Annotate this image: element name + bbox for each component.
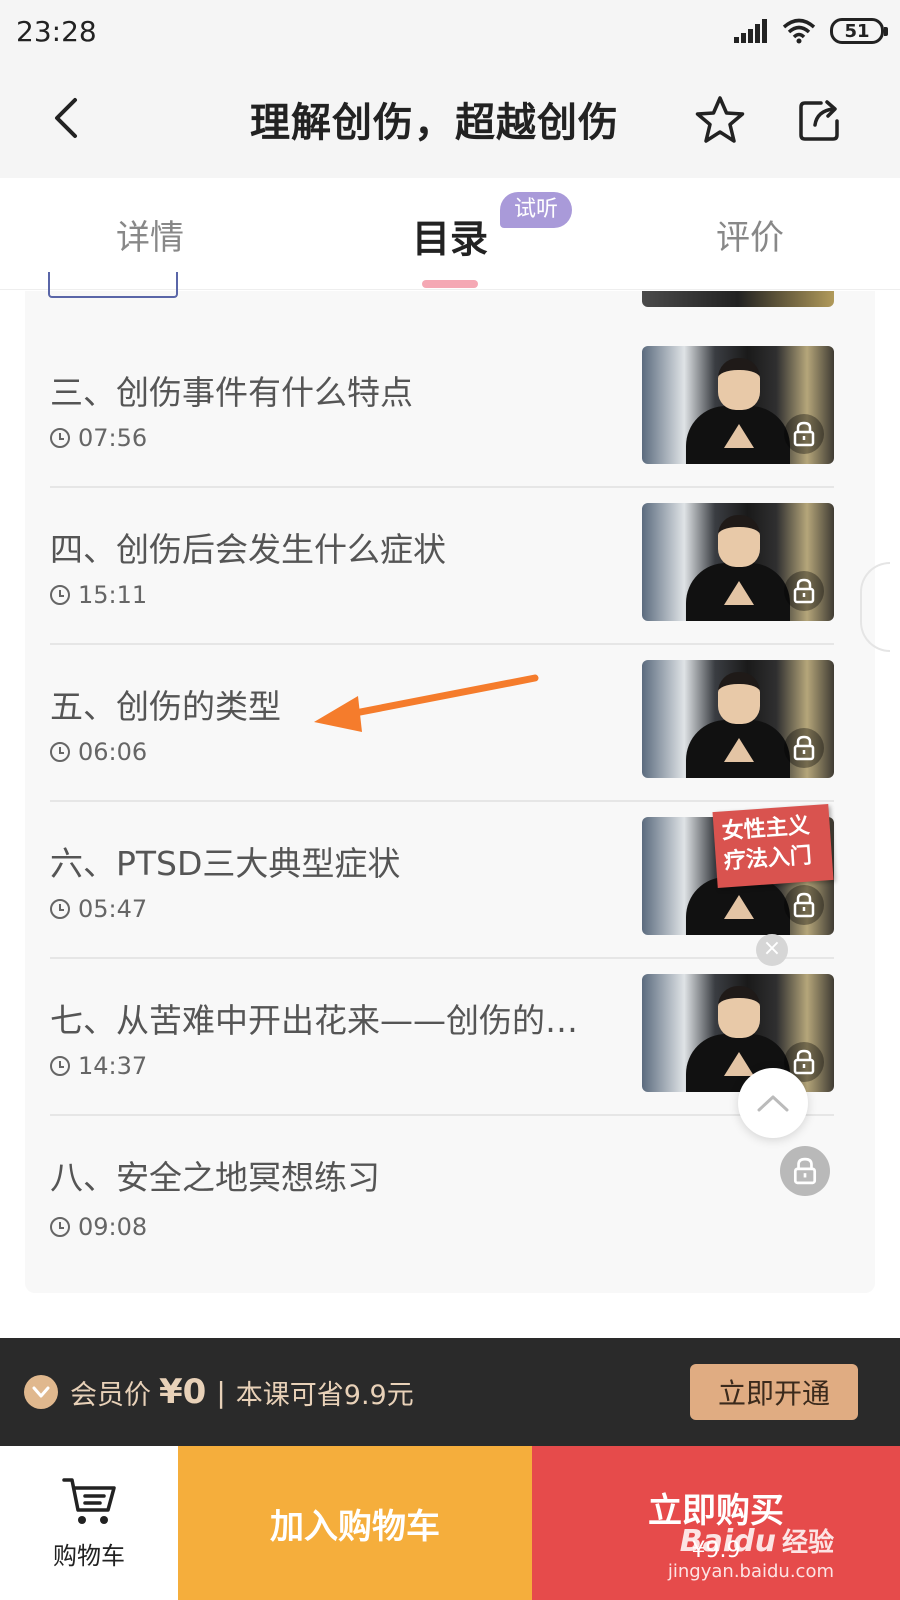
add-to-cart-button[interactable]: 加入购物车 [178,1446,532,1600]
watermark-brand: Baidu [679,1524,776,1559]
vip-icon [24,1375,58,1409]
lesson-duration: 07:56 [50,424,147,452]
lock-icon [784,885,824,925]
lesson-title: 八、安全之地冥想练习 [50,1158,380,1197]
clock-icon [50,1056,70,1076]
clock-icon [50,899,70,919]
tab-detail[interactable]: 详情 [116,210,184,259]
baidu-watermark: Baidu 经验 jingyan.baidu.com [668,1522,834,1582]
scroll-to-top-button[interactable] [738,1068,808,1138]
signal-icon [734,19,767,43]
clock-icon [50,428,70,448]
thumbnail-person-head [718,986,760,1038]
clock-icon [50,1217,70,1237]
promo-tag[interactable]: 女性主义 疗法入门 [712,804,834,888]
thumbnail-person-head [718,515,760,567]
lock-icon [784,728,824,768]
back-button[interactable] [36,88,96,148]
clock-icon [50,585,70,605]
lock-icon [784,414,824,454]
lesson-title: 三、创伤事件有什么特点 [50,373,413,412]
lesson-item[interactable]: 七、从苦难中开出花来——创伤的意… 14:37 [50,956,834,1116]
lesson-duration-text: 05:47 [78,895,148,923]
lesson-title: 六、PTSD三大典型症状 [50,844,401,883]
open-membership-button[interactable]: 立即开通 [690,1364,858,1420]
promo-tag-line2: 疗法入门 [723,843,813,875]
share-button[interactable] [790,90,850,150]
nav-bar: 理解创伤，超越创伤 [0,62,900,178]
screen: 23:28 51 理解创伤，超越创伤 详情 目录 评价 试听 三、创伤事件有什么… [0,0,900,1600]
star-icon [695,96,745,143]
lesson-duration-text: 15:11 [78,581,148,609]
lesson-duration-text: 07:56 [78,424,148,452]
share-icon [799,100,839,141]
status-icons: 51 [734,18,888,44]
trial-badge: 试听 [500,192,573,228]
watermark-url: jingyan.baidu.com [667,1561,834,1582]
lesson-duration-text: 14:37 [78,1052,148,1080]
lesson-thumbnail [642,660,834,778]
status-time: 23:28 [16,14,97,48]
member-separator: | [216,1375,226,1409]
promo-close-button[interactable]: × [756,934,788,966]
lesson-duration: 09:08 [50,1213,147,1241]
lesson-duration: 05:47 [50,895,147,923]
lesson-duration: 15:11 [50,581,147,609]
battery-level: 51 [844,20,870,42]
member-price-label: 会员价 [70,1379,151,1411]
member-price: ¥0 [159,1372,207,1412]
watermark-name: 经验 [781,1528,834,1558]
lesson-item[interactable]: 三、创伤事件有什么特点 07:56 [50,328,834,488]
edge-handle[interactable] [860,562,890,652]
tab-review[interactable]: 评价 [716,210,784,259]
battery-indicator: 51 [830,18,888,44]
bottom-action-bar: 购物车 加入购物车 立即购买 ¥9.9 Baidu 经验 jingyan.baid… [0,1446,900,1600]
wifi-icon [782,18,816,44]
lesson-item[interactable]: 四、创伤后会发生什么症状 15:11 [50,485,834,645]
lesson-title: 四、创伤后会发生什么症状 [50,530,446,569]
lesson-thumbnail [642,346,834,464]
annotation-arrow [314,674,539,732]
status-bar: 23:28 51 [0,0,900,62]
lesson-duration: 06:06 [50,738,147,766]
member-savings: 本课可省9.9元 [235,1379,414,1411]
lesson-thumbnail [642,974,834,1092]
lesson-duration-text: 09:08 [78,1213,148,1241]
thumbnail-person-head [718,358,760,410]
trial-tag-partial [48,272,178,298]
active-tab-indicator [422,280,478,288]
lesson-title: 七、从苦难中开出花来——创伤的意… [50,1001,610,1040]
back-icon [55,98,77,138]
lock-icon [784,571,824,611]
page-title: 理解创伤，超越创伤 [250,100,619,146]
lock-icon [780,1146,830,1196]
close-icon: × [762,936,782,961]
lesson-duration: 14:37 [50,1052,147,1080]
cart-icon [62,1477,116,1524]
lesson-thumbnail [642,503,834,621]
member-bar: 会员价 ¥0 | 本课可省9.9元 立即开通 [0,1338,900,1446]
favorite-button[interactable] [690,90,750,150]
tab-catalog[interactable]: 目录 [412,208,488,263]
thumbnail-person-head [718,672,760,724]
cart-button[interactable]: 购物车 [0,1446,178,1600]
lesson-item[interactable]: 八、安全之地冥想练习 09:08 [50,1113,834,1273]
chevron-up-icon [757,1095,789,1112]
cart-label: 购物车 [53,1541,125,1570]
lesson-thumbnail-partial [642,291,834,307]
clock-icon [50,742,70,762]
lesson-duration-text: 06:06 [78,738,148,766]
